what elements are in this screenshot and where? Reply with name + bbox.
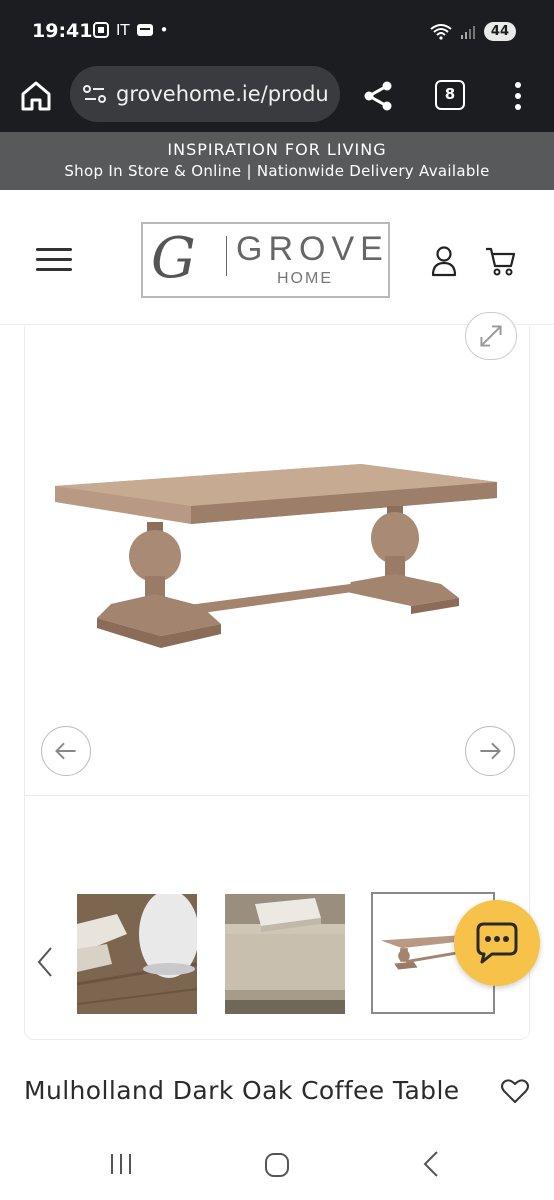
back-nav-icon[interactable] <box>420 1150 442 1178</box>
share-icon[interactable] <box>360 78 396 114</box>
status-it-label: IT <box>116 21 130 39</box>
message-icon <box>136 24 153 36</box>
heart-wishlist-icon[interactable] <box>500 1076 530 1106</box>
signal-icon <box>460 25 475 39</box>
thumbnail-detail-books[interactable] <box>225 894 345 1014</box>
logo-divider <box>226 236 227 276</box>
wifi-icon <box>430 23 452 40</box>
browser-toolbar: grovehome.ie/produ 8 <box>0 62 554 132</box>
screenshot-icon <box>93 22 109 38</box>
dot-icon: • <box>159 21 169 39</box>
promo-banner: INSPIRATION FOR LIVING Shop In Store & O… <box>0 132 554 190</box>
site-settings-icon[interactable] <box>82 83 108 105</box>
thumbnail-strip <box>24 796 530 1040</box>
system-navigation-bar <box>0 1128 554 1200</box>
logo-subtitle: HOME <box>277 270 333 287</box>
status-time: 19:41 <box>32 20 93 42</box>
home-nav-icon[interactable] <box>264 1152 290 1178</box>
previous-image-arrow-icon[interactable] <box>41 726 91 776</box>
status-bar: 19:41 IT • 44 <box>0 0 554 62</box>
more-options-icon[interactable] <box>506 80 530 112</box>
status-notification-icons: IT • <box>92 21 168 39</box>
logo-wordmark: GROVE <box>236 230 389 268</box>
thumbnail-prev-chevron-icon[interactable] <box>33 942 57 982</box>
expand-icon[interactable] <box>465 312 517 360</box>
chat-bubble-icon[interactable] <box>454 900 540 986</box>
promo-tagline: INSPIRATION FOR LIVING <box>167 140 387 159</box>
product-gallery <box>24 312 530 796</box>
url-text: grovehome.ie/produ <box>116 82 329 106</box>
recent-apps-icon[interactable] <box>108 1152 134 1176</box>
grove-home-logo[interactable]: G GROVE HOME <box>141 222 390 298</box>
status-system-icons: 44 <box>430 22 516 41</box>
next-image-arrow-icon[interactable] <box>465 726 515 776</box>
promo-delivery-text: Shop In Store & Online | Nationwide Deli… <box>64 162 490 180</box>
cart-icon[interactable] <box>484 245 518 277</box>
address-bar[interactable]: grovehome.ie/produ <box>70 66 340 122</box>
battery-indicator: 44 <box>483 22 516 41</box>
product-main-image[interactable] <box>51 456 501 656</box>
tab-switcher-button[interactable]: 8 <box>435 80 465 110</box>
account-icon[interactable] <box>430 245 458 277</box>
logo-monogram: G <box>151 226 196 291</box>
home-icon[interactable] <box>18 78 54 114</box>
site-header: G GROVE HOME <box>0 190 554 325</box>
hamburger-menu-icon[interactable] <box>36 248 72 274</box>
thumbnail-detail-vase[interactable] <box>77 894 197 1014</box>
product-title: Mulholland Dark Oak Coffee Table <box>24 1076 460 1105</box>
